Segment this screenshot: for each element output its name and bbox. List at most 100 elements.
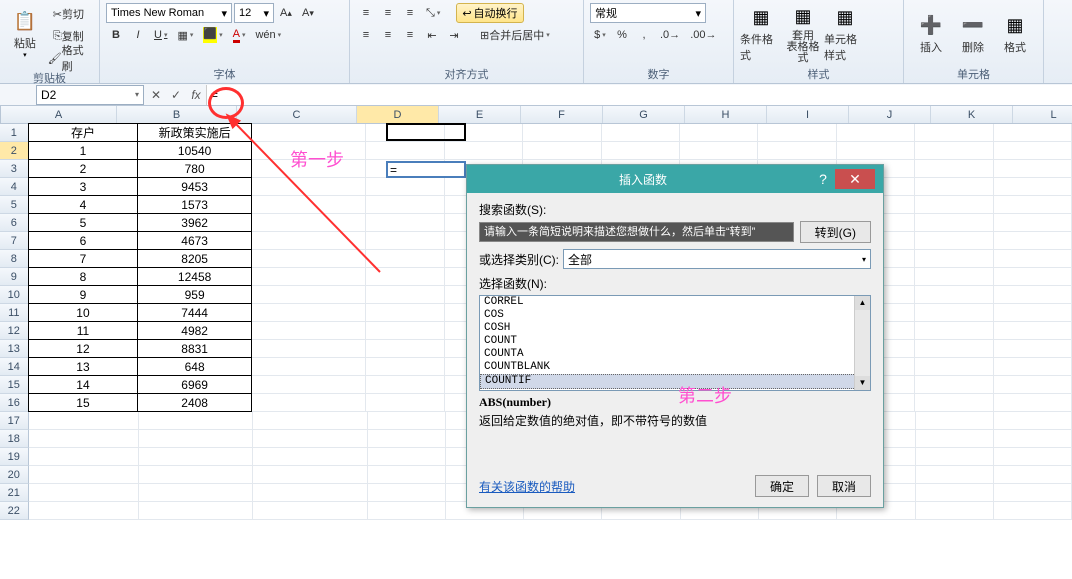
cell-L15[interactable]	[994, 376, 1072, 394]
cell-K21[interactable]	[916, 484, 994, 502]
cell-J2[interactable]	[837, 142, 915, 160]
cell-I2[interactable]	[758, 142, 836, 160]
cell-D6[interactable]	[366, 214, 444, 232]
cell-B3[interactable]: 780	[137, 159, 252, 178]
cell-K8[interactable]	[915, 250, 993, 268]
cell-A1[interactable]: 存户	[28, 123, 139, 142]
row-header-12[interactable]: 12	[0, 322, 29, 340]
cell-A19[interactable]	[29, 448, 140, 466]
row-header-5[interactable]: 5	[0, 196, 29, 214]
wrap-text-button[interactable]: ↩自动换行	[456, 3, 523, 23]
cell-B5[interactable]: 1573	[137, 195, 252, 214]
func-item-count[interactable]: COUNT	[480, 335, 870, 348]
insert-function-button[interactable]: fx	[186, 85, 206, 105]
cell-K11[interactable]	[915, 304, 993, 322]
cancel-formula-button[interactable]: ✕	[146, 85, 166, 105]
row-header-2[interactable]: 2	[0, 142, 29, 160]
cell-A21[interactable]	[29, 484, 140, 502]
cell-F2[interactable]	[523, 142, 601, 160]
cell-L20[interactable]	[994, 466, 1072, 484]
font-color-button[interactable]: A▾	[229, 25, 250, 45]
cell-C12[interactable]	[252, 322, 367, 340]
cell-A7[interactable]: 6	[28, 231, 139, 250]
cell-B11[interactable]: 7444	[137, 303, 252, 322]
row-header-6[interactable]: 6	[0, 214, 29, 232]
formula-input[interactable]: =	[206, 85, 1072, 105]
cell-L21[interactable]	[994, 484, 1072, 502]
indent-dec-button[interactable]: ⇤	[422, 25, 442, 45]
cell-D22[interactable]	[368, 502, 446, 520]
cell-D19[interactable]	[368, 448, 446, 466]
row-header-21[interactable]: 21	[0, 484, 29, 502]
cell-D2[interactable]	[366, 142, 444, 160]
cell-L1[interactable]	[994, 124, 1072, 142]
percent-button[interactable]: %	[612, 25, 632, 45]
editing-cell[interactable]: =	[386, 161, 466, 178]
delete-cells-button[interactable]: ➖删除	[952, 2, 994, 64]
row-header-1[interactable]: 1	[0, 124, 29, 142]
cell-A17[interactable]	[29, 412, 140, 430]
row-header-22[interactable]: 22	[0, 502, 29, 520]
align-right-button[interactable]: ≡	[400, 25, 420, 45]
cell-K7[interactable]	[915, 232, 993, 250]
cell-B15[interactable]: 6969	[137, 375, 252, 394]
row-header-19[interactable]: 19	[0, 448, 29, 466]
phonetic-button[interactable]: wén▾	[251, 25, 285, 45]
cell-B19[interactable]	[139, 448, 253, 466]
cell-A13[interactable]: 12	[28, 339, 139, 358]
dec-decimal-button[interactable]: .00→	[686, 25, 720, 45]
search-function-input[interactable]: 请输入一条简短说明来描述您想做什么，然后单击“转到”	[479, 222, 794, 242]
func-item-cos[interactable]: COS	[480, 309, 870, 322]
cell-C1[interactable]	[252, 124, 367, 142]
cell-B21[interactable]	[139, 484, 253, 502]
cell-K18[interactable]	[916, 430, 994, 448]
function-list[interactable]: CORRELCOSCOSHCOUNTCOUNTACOUNTBLANKCOUNTI…	[479, 295, 871, 391]
cell-B22[interactable]	[139, 502, 253, 520]
cell-D10[interactable]	[366, 286, 444, 304]
cell-A10[interactable]: 9	[28, 285, 139, 304]
func-item-correl[interactable]: CORREL	[480, 296, 870, 309]
cell-F1[interactable]	[523, 124, 601, 142]
cell-K12[interactable]	[915, 322, 993, 340]
cell-C22[interactable]	[253, 502, 367, 520]
cell-D13[interactable]	[366, 340, 444, 358]
cell-C10[interactable]	[252, 286, 367, 304]
cell-L3[interactable]	[994, 160, 1072, 178]
cell-L18[interactable]	[994, 430, 1072, 448]
cell-K2[interactable]	[915, 142, 993, 160]
cell-L9[interactable]	[994, 268, 1072, 286]
cell-C20[interactable]	[253, 466, 367, 484]
align-center-button[interactable]: ≡	[378, 25, 398, 45]
cell-K9[interactable]	[915, 268, 993, 286]
cell-B18[interactable]	[139, 430, 253, 448]
cell-L6[interactable]	[994, 214, 1072, 232]
number-format-select[interactable]: 常规▾	[590, 3, 706, 23]
cell-A15[interactable]: 14	[28, 375, 139, 394]
cell-C15[interactable]	[252, 376, 367, 394]
cell-L8[interactable]	[994, 250, 1072, 268]
row-header-7[interactable]: 7	[0, 232, 29, 250]
currency-button[interactable]: $▾	[590, 25, 610, 45]
cell-H2[interactable]	[680, 142, 758, 160]
italic-button[interactable]: I	[128, 25, 148, 45]
cell-B10[interactable]: 959	[137, 285, 252, 304]
orientation-button[interactable]: ⤡▾	[422, 3, 444, 23]
cell-K17[interactable]	[916, 412, 994, 430]
cell-K20[interactable]	[916, 466, 994, 484]
cond-format-button[interactable]: ▦条件格式	[740, 2, 782, 64]
cell-K15[interactable]	[915, 376, 993, 394]
row-header-8[interactable]: 8	[0, 250, 29, 268]
cell-B12[interactable]: 4982	[137, 321, 252, 340]
row-header-11[interactable]: 11	[0, 304, 29, 322]
cell-D5[interactable]	[366, 196, 444, 214]
enter-formula-button[interactable]: ✓	[166, 85, 186, 105]
cell-C9[interactable]	[252, 268, 367, 286]
cell-L4[interactable]	[994, 178, 1072, 196]
cell-L22[interactable]	[994, 502, 1072, 520]
cell-D14[interactable]	[366, 358, 444, 376]
row-header-15[interactable]: 15	[0, 376, 29, 394]
name-box[interactable]: D2▾	[36, 85, 144, 105]
inc-decimal-button[interactable]: .0→	[656, 25, 684, 45]
cell-A22[interactable]	[29, 502, 140, 520]
cell-K19[interactable]	[916, 448, 994, 466]
